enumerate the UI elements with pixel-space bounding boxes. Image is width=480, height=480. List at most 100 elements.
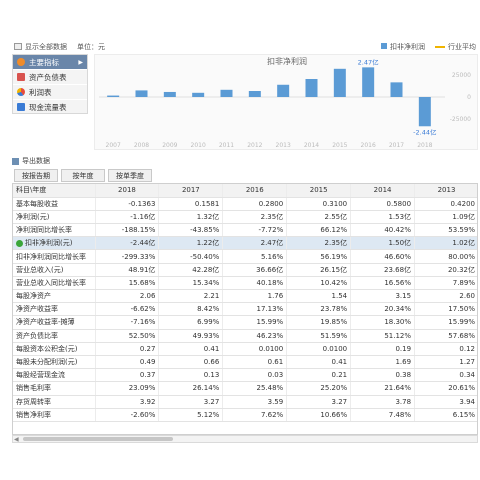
- legend-item-line[interactable]: 行业平均: [435, 42, 476, 52]
- checkbox-icon[interactable]: [14, 43, 22, 50]
- bar-2017[interactable]: [390, 82, 403, 97]
- table-cell: 3.59: [222, 395, 288, 409]
- row-label-text: 销售净利率: [16, 410, 51, 419]
- table-row[interactable]: 净资产收益率-摊薄 -7.16% 6.99% 15.99% 19.85% 18.30% 15…: [13, 315, 477, 330]
- tab-by-quarter[interactable]: 按单季度: [108, 169, 152, 182]
- table-row[interactable]: 销售毛利率 23.09% 26.14% 25.48% 25.20% 21.64% 20.61…: [13, 381, 477, 396]
- row-label-text: 每股资本公积金(元): [16, 344, 78, 353]
- table-cell: 19.85%: [286, 315, 352, 330]
- sidebar-item-label: 利润表: [29, 87, 52, 97]
- table-cell: 15.34%: [158, 276, 224, 291]
- bar-2016[interactable]: [362, 67, 375, 97]
- financial-table: 科目\年度 2018 2017 2016 2015 2014 2013 基本每股…: [13, 184, 477, 422]
- bar-2013[interactable]: [277, 84, 290, 97]
- sidebar-item-balance-sheet[interactable]: 资产负债表: [13, 70, 87, 85]
- export-icon: [12, 157, 19, 165]
- x-tick-label: 2014: [304, 142, 319, 149]
- table-cell: 46.23%: [222, 329, 288, 343]
- chart-title: 扣非净利润: [267, 56, 307, 66]
- x-tick-label: 2016: [361, 142, 376, 149]
- table-cell: 2.35亿: [286, 236, 352, 251]
- scrollbar-thumb[interactable]: [23, 437, 173, 441]
- table-cell: 1.27: [414, 355, 477, 370]
- row-label: 资产负债比率: [13, 329, 96, 343]
- table-row[interactable]: 每股经营现金流 0.37 0.13 0.03 0.21 0.38 0.34: [13, 368, 477, 383]
- y-tick-label: 25000: [452, 72, 471, 79]
- table-cell: 21.64%: [350, 381, 416, 396]
- table-cell: 0.12: [414, 342, 477, 356]
- row-label: 每股净资产: [13, 289, 96, 304]
- table-row[interactable]: 基本每股收益 -0.1363 0.1581 0.2800 0.3100 0.5800 0.4…: [13, 197, 477, 211]
- row-label: 扣非净利润同比增长率: [13, 249, 96, 264]
- table-row[interactable]: 净利润同比增长率 -188.15% -43.85% -7.72% 66.12% 40.42…: [13, 223, 477, 238]
- table-cell: 1.76: [222, 289, 288, 304]
- show-all-data-toggle[interactable]: 显示全部数据: [14, 42, 67, 52]
- bar-2014[interactable]: [305, 79, 318, 97]
- table-cell: 10.66%: [286, 408, 352, 422]
- row-label: 销售毛利率: [13, 381, 96, 396]
- table-cell: 2.47亿: [222, 236, 288, 251]
- bar-2012[interactable]: [248, 91, 261, 97]
- x-tick-label: 2018: [417, 142, 432, 149]
- bar-swatch-icon: [381, 42, 387, 49]
- row-label-text: 每股未分配利润(元): [16, 358, 78, 367]
- table-row[interactable]: 净利润(元) -1.16亿 1.32亿 2.35亿 2.55亿 1.53亿 1.09亿: [13, 210, 477, 225]
- sidebar-item-main-indicators[interactable]: 主要指标 ▶: [13, 55, 87, 70]
- legend-item-bar[interactable]: 扣非净利润: [381, 42, 425, 52]
- bar-chart: 扣非净利润 25000 0 -25000 2007 2008 2009 2010 2011 201…: [99, 56, 471, 149]
- table-row[interactable]: 扣非净利润(元) -2.44亿 1.22亿 2.47亿 2.35亿 1.50亿 1.02亿: [13, 236, 477, 251]
- export-label: 导出数据: [22, 157, 50, 165]
- sidebar-item-cash-flow[interactable]: 现金流量表: [13, 100, 87, 115]
- table-cell: 26.14%: [158, 381, 224, 396]
- table-row[interactable]: 扣非净利润同比增长率 -299.33% -50.40% 5.16% 56.19% 46.6…: [13, 249, 477, 264]
- horizontal-scrollbar[interactable]: ◀: [12, 435, 478, 443]
- table-row[interactable]: 销售净利率 -2.60% 5.12% 7.62% 10.66% 7.48% 6.15%: [13, 408, 477, 422]
- bar-2015[interactable]: [333, 68, 346, 97]
- table-cell: 0.21: [286, 368, 352, 383]
- table-row[interactable]: 净资产收益率 -6.62% 8.42% 17.13% 23.78% 20.34% 17.50…: [13, 302, 477, 317]
- row-label-text: 净资产收益率: [16, 305, 58, 314]
- legend-bar-label: 扣非净利润: [390, 42, 425, 51]
- table-cell: 0.41: [158, 342, 224, 356]
- table-cell: -7.72%: [222, 223, 288, 238]
- table-row[interactable]: 每股未分配利润(元) 0.49 0.66 0.61 0.41 1.69 1.27: [13, 355, 477, 370]
- check-icon[interactable]: [16, 239, 23, 247]
- table-row[interactable]: 营业总收入同比增长率 15.68% 15.34% 40.18% 10.42% 16.56%…: [13, 276, 477, 291]
- table-cell: 56.19%: [286, 249, 352, 264]
- table-row[interactable]: 每股净资产 2.06 2.21 1.76 1.54 3.15 2.60: [13, 289, 477, 304]
- row-label: 营业总收入同比增长率: [13, 276, 96, 291]
- table-cell: -7.16%: [95, 315, 160, 330]
- sidebar-item-label: 现金流量表: [29, 102, 67, 112]
- bar-2008[interactable]: [135, 90, 148, 97]
- bar-2011[interactable]: [220, 89, 233, 97]
- row-label-text: 营业总收入同比增长率: [16, 278, 86, 287]
- export-data-button[interactable]: 导出数据: [12, 156, 50, 166]
- x-tick-label: 2008: [134, 142, 149, 149]
- scroll-left-icon[interactable]: ◀: [14, 436, 19, 443]
- bar-2010[interactable]: [192, 92, 205, 97]
- tab-by-year[interactable]: 按年度: [61, 169, 105, 182]
- bar-2018[interactable]: [418, 97, 431, 127]
- table-cell: 20.32亿: [414, 263, 477, 277]
- table-row[interactable]: 资产负债比率 52.50% 49.93% 46.23% 51.59% 51.12% 57.6…: [13, 329, 477, 343]
- table-row[interactable]: 每股资本公积金(元) 0.27 0.41 0.0100 0.0100 0.19 0.12: [13, 342, 477, 356]
- table-row[interactable]: 存货周转率 3.92 3.27 3.59 3.27 3.78 3.94: [13, 395, 477, 409]
- table-row[interactable]: 营业总收入(元) 48.91亿 42.28亿 36.66亿 26.15亿 23.68亿 20…: [13, 263, 477, 277]
- table-cell: 0.49: [95, 355, 160, 370]
- table-cell: 36.66亿: [222, 263, 288, 277]
- row-label: 基本每股收益: [13, 197, 96, 211]
- table-cell: 40.18%: [222, 276, 288, 291]
- table-cell: 0.41: [286, 355, 352, 370]
- table-cell: 0.0100: [222, 342, 288, 356]
- row-label-text: 每股经营现金流: [16, 371, 65, 380]
- bar-2007[interactable]: [107, 95, 120, 97]
- tab-by-report-period[interactable]: 按报告期: [14, 169, 58, 182]
- data-label: 2.47亿: [358, 57, 379, 66]
- sidebar-item-income-statement[interactable]: 利润表: [13, 85, 87, 100]
- table-cell: 2.21: [158, 289, 224, 304]
- table-cell: 66.12%: [286, 223, 352, 238]
- table-cell: -188.15%: [95, 223, 160, 238]
- bar-2009[interactable]: [163, 91, 176, 97]
- table-cell: 40.42%: [350, 223, 416, 238]
- table-cell: 57.68%: [414, 329, 477, 343]
